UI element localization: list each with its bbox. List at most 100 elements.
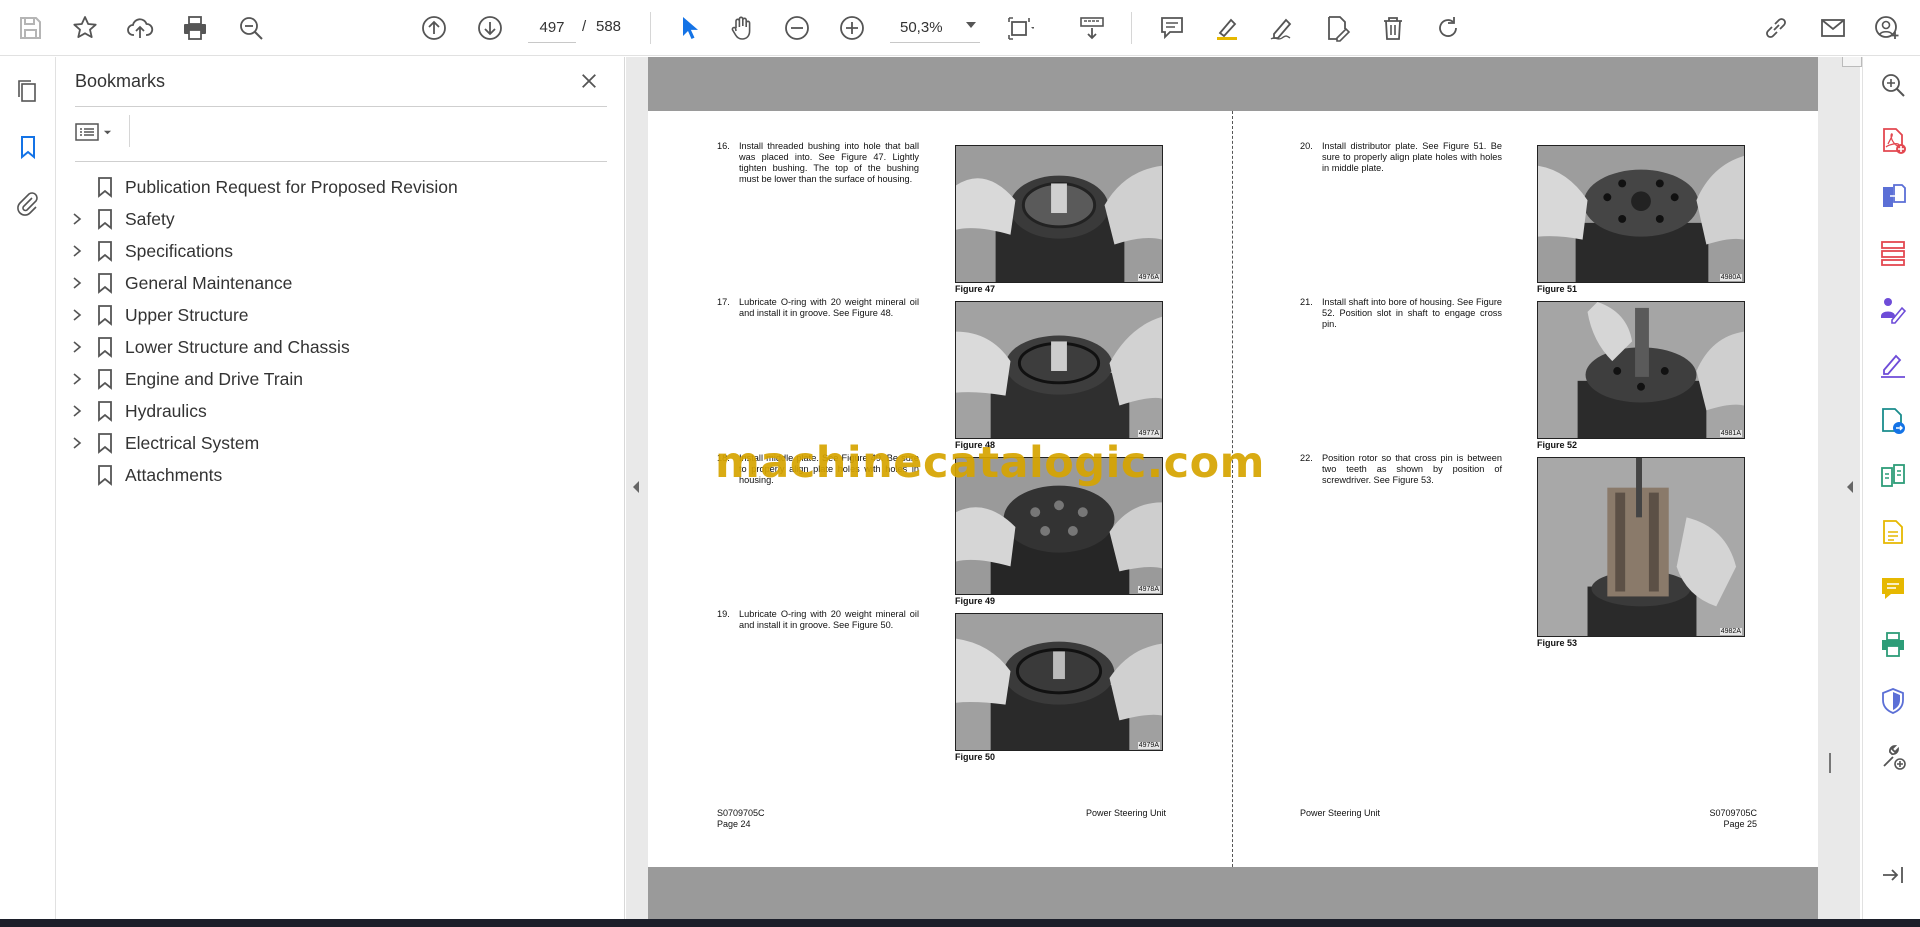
bookmark-upper-structure[interactable]: Upper Structure	[57, 297, 625, 333]
collapse-panel-icon[interactable]	[630, 478, 642, 496]
next-page-icon[interactable]	[470, 8, 510, 48]
figure-51-photo: 4980A	[1537, 145, 1745, 283]
bookmark-star-icon[interactable]	[65, 8, 105, 48]
collapse-tools-icon[interactable]	[1844, 478, 1856, 496]
mail-icon[interactable]	[1813, 8, 1853, 48]
zoom-tool-icon[interactable]	[1875, 67, 1911, 103]
comment-tool-icon[interactable]	[1875, 571, 1911, 607]
upload-icon[interactable]	[120, 8, 160, 48]
bookmark-label: Hydraulics	[125, 400, 207, 421]
toolbar-divider	[650, 12, 651, 44]
hand-tool-icon[interactable]	[722, 8, 762, 48]
bookmark-specifications[interactable]: Specifications	[57, 233, 625, 269]
draw-icon[interactable]	[1262, 8, 1302, 48]
page-number-input[interactable]	[528, 13, 576, 43]
print-production-icon[interactable]	[1875, 627, 1911, 663]
bookmark-label: Specifications	[125, 240, 233, 261]
close-icon[interactable]	[575, 67, 603, 95]
account-icon[interactable]	[1868, 8, 1908, 48]
print-icon[interactable]	[175, 8, 215, 48]
figure-53-photo: 4982A	[1537, 457, 1745, 637]
page-footer-left: S0709705C Page 24	[717, 808, 765, 829]
chevron-right-icon[interactable]	[70, 276, 84, 290]
bookmark-general-maintenance[interactable]: General Maintenance	[57, 265, 625, 301]
zoom-in-icon[interactable]	[832, 8, 872, 48]
panel-title: Bookmarks	[75, 71, 166, 91]
protect-icon[interactable]	[1875, 683, 1911, 719]
edit-pdf-icon[interactable]	[1875, 515, 1911, 551]
bookmark-electrical-system[interactable]: Electrical System	[57, 425, 625, 461]
figure-caption: Figure 47	[955, 284, 996, 294]
chevron-right-icon[interactable]	[70, 308, 84, 322]
chevron-right-icon[interactable]	[70, 244, 84, 258]
page-footer-left: Power Steering Unit	[1300, 808, 1381, 818]
chevron-right-icon[interactable]	[70, 212, 84, 226]
bookmark-label: General Maintenance	[125, 272, 293, 293]
rotate-icon[interactable]	[1428, 8, 1468, 48]
chevron-right-icon[interactable]	[70, 436, 84, 450]
figure-caption: Figure 52	[1537, 440, 1578, 450]
compare-files-icon[interactable]	[1875, 459, 1911, 495]
figure-caption: Figure 49	[955, 596, 996, 606]
zoom-select[interactable]: 50,3%	[890, 13, 980, 43]
document-page-25: 20. Install distributor plate. See Figur…	[1233, 111, 1818, 867]
save-icon[interactable]	[10, 8, 50, 48]
bookmark-engine-drive-train[interactable]: Engine and Drive Train	[57, 361, 625, 397]
bookmark-label: Engine and Drive Train	[125, 368, 304, 389]
find-zoom-icon[interactable]	[231, 8, 271, 48]
send-review-icon[interactable]	[1875, 403, 1911, 439]
bookmark-lower-structure[interactable]: Lower Structure and Chassis	[57, 329, 625, 365]
fill-sign-icon[interactable]	[1875, 347, 1911, 383]
bookmark-label: Attachments	[125, 464, 223, 485]
organize-pages-icon[interactable]	[1875, 235, 1911, 271]
expand-panel-icon[interactable]	[1875, 857, 1911, 893]
create-pdf-icon[interactable]	[1875, 123, 1911, 159]
chevron-right-icon[interactable]	[70, 404, 84, 418]
request-signatures-icon[interactable]	[1875, 291, 1911, 327]
bookmarks-panel-icon[interactable]	[8, 127, 48, 167]
page-separator: /	[582, 18, 587, 35]
bookmark-label: Electrical System	[125, 432, 260, 453]
chevron-down-icon	[966, 22, 976, 28]
export-pdf-icon[interactable]	[1875, 179, 1911, 215]
scroll-mode-icon[interactable]	[1072, 8, 1112, 48]
more-tools-icon[interactable]	[1875, 739, 1911, 775]
page-gap	[648, 867, 1818, 919]
figure-48-photo: 4977A	[955, 301, 1163, 439]
divider	[75, 161, 607, 162]
comment-icon[interactable]	[1152, 8, 1192, 48]
watermark-text: machinecatalogic.com	[715, 438, 1265, 488]
main-toolbar: / 588 50,3%	[0, 0, 1920, 56]
bookmark-icon	[98, 305, 112, 326]
bookmark-icon	[98, 433, 112, 454]
edit-text-icon[interactable]	[1317, 8, 1357, 48]
page-footer-right: Power Steering Unit	[1085, 808, 1166, 818]
bookmark-icon	[98, 177, 112, 198]
page-spread: 16. Install threaded bushing into hole t…	[648, 57, 1818, 919]
scrollbar-thumb[interactable]	[1829, 753, 1831, 773]
scrollbar-top[interactable]	[1842, 57, 1862, 67]
bookmark-options-button[interactable]	[75, 117, 121, 147]
total-pages: 588	[596, 18, 622, 35]
select-pointer-icon[interactable]	[668, 8, 708, 48]
prev-page-icon[interactable]	[414, 8, 454, 48]
attachments-icon[interactable]	[8, 183, 48, 223]
figure-50-photo: 4979A	[955, 613, 1163, 751]
bookmark-safety[interactable]: Safety	[57, 201, 625, 237]
share-link-icon[interactable]	[1756, 8, 1796, 48]
figure-caption: Figure 51	[1537, 284, 1578, 294]
bookmark-icon	[98, 273, 112, 294]
delete-icon[interactable]	[1373, 8, 1413, 48]
bookmark-attachments[interactable]: Attachments	[57, 457, 625, 493]
zoom-out-icon[interactable]	[777, 8, 817, 48]
page-thumbnails-icon[interactable]	[8, 71, 48, 111]
bookmark-publication-request[interactable]: Publication Request for Proposed Revisio…	[57, 169, 625, 205]
page-fit-icon[interactable]	[1000, 8, 1040, 48]
bookmark-icon	[98, 401, 112, 422]
bookmark-icon	[98, 369, 112, 390]
bookmark-icon	[98, 465, 112, 486]
bookmark-hydraulics[interactable]: Hydraulics	[57, 393, 625, 429]
highlight-icon[interactable]	[1207, 8, 1247, 48]
chevron-right-icon[interactable]	[70, 372, 84, 386]
chevron-right-icon[interactable]	[70, 340, 84, 354]
